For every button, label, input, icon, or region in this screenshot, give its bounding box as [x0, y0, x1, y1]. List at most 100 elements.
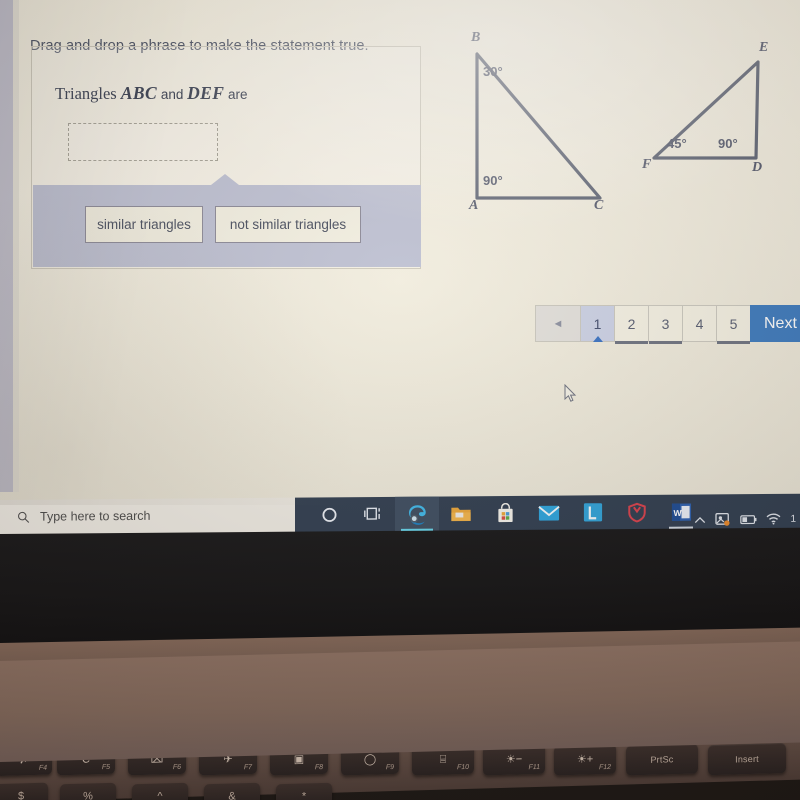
windows-taskbar: Type here to search W 1 [0, 486, 800, 540]
vertex-label-e: E [759, 40, 769, 55]
statement-triangle-abc: ABC [120, 83, 158, 103]
key-f8-glyph: ▣ [293, 753, 305, 766]
statement-mid: and [157, 87, 188, 102]
vertex-label-f: F [642, 157, 652, 172]
angle-label-f-45: 45° [667, 136, 687, 151]
statement-tail: are [224, 87, 248, 102]
envelope-icon [538, 505, 560, 521]
pagination-page-5[interactable]: 5 [716, 305, 750, 344]
vertex-label-c: C [594, 198, 604, 213]
pagination-page-3-underline [649, 341, 682, 344]
key-f6-label: F6 [172, 763, 181, 772]
key-f11-glyph: ☀− [505, 752, 523, 766]
pagination-page-5-underline [717, 341, 750, 344]
key-f4-label: F4 [38, 764, 47, 772]
exercise-content: Drag and drop a phrase to make the state… [19, 2, 800, 492]
taskbar-icons-strip: W 1 [295, 493, 800, 532]
malwarebytes-shield-icon [628, 502, 646, 522]
key-caret[interactable]: ^ [132, 782, 188, 800]
key-f10-label: F10 [456, 763, 469, 772]
pagination-page-1[interactable]: 1 [580, 305, 614, 342]
clock-label[interactable]: 1 [790, 513, 796, 524]
key-dollar[interactable]: $ [0, 782, 48, 800]
task-view-icon[interactable] [351, 497, 395, 531]
vertex-label-a: A [469, 198, 479, 213]
pagination-page-2-label: 2 [627, 315, 636, 332]
key-ampersand-label: & [228, 790, 236, 800]
statement-text: Triangles ABC and DEF are [55, 83, 248, 104]
task-view-glyph-icon [364, 507, 380, 520]
microsoft-store-icon[interactable] [483, 496, 527, 530]
word-chip-similar-triangles[interactable]: similar triangles [85, 206, 203, 243]
store-bag-icon [497, 502, 513, 522]
word-chip-not-similar-triangles[interactable]: not similar triangles [215, 206, 361, 243]
word-document-icon: W [671, 502, 691, 521]
pagination-page-2[interactable]: 2 [614, 305, 648, 344]
pagination-page-1-label: 1 [593, 315, 602, 332]
key-f8-label: F8 [314, 763, 323, 772]
key-prtsc[interactable]: PrtSc [626, 743, 698, 776]
pagination-next-label: Next [764, 314, 797, 332]
vertex-label-d: D [752, 160, 763, 175]
pagination-page-2-underline [615, 341, 648, 344]
key-dollar-label: $ [17, 790, 25, 800]
laptop-photo: Drag and drop a phrase to make the state… [0, 0, 800, 800]
cortana-icon[interactable] [307, 497, 351, 531]
chevron-up-icon[interactable] [694, 515, 706, 524]
tray-notch-icon [211, 174, 239, 185]
key-f9-glyph: ◯ [363, 752, 377, 766]
key-f10-glyph: ⌸ [439, 753, 447, 766]
pagination-page-4-label: 4 [695, 315, 704, 332]
key-insert[interactable]: Insert [708, 743, 786, 776]
triangles-diagram-svg [475, 52, 760, 200]
pagination-active-marker-icon [592, 336, 603, 342]
microsoft-edge-icon[interactable] [395, 496, 439, 531]
folder-icon [451, 507, 471, 521]
pagination-page-5-label: 5 [729, 315, 738, 332]
word-bank-tray: similar triangles not similar triangles [33, 174, 421, 267]
key-f5-label: F5 [101, 763, 110, 772]
key-f7-label: F7 [243, 763, 252, 772]
key-ampersand[interactable]: & [204, 782, 260, 800]
svg-text:W: W [673, 507, 682, 517]
lastpass-l-icon [583, 503, 603, 522]
pagination-page-3-label: 3 [661, 315, 670, 332]
angle-label-d-90: 90° [718, 136, 738, 151]
pagination-next-button[interactable]: Next ► [750, 305, 800, 342]
pagination: ◄ 1 2 3 4 5 Next [535, 305, 800, 344]
answer-dropzone[interactable] [68, 123, 218, 161]
onedrive-icon[interactable] [715, 512, 731, 526]
triangle-figures: B A C 30° 90° E F D 45° 90° [439, 10, 799, 225]
exercise-card: Triangles ABC and DEF are similar triang… [31, 46, 421, 269]
key-percent-label: % [83, 790, 93, 800]
pagination-page-4[interactable]: 4 [682, 305, 716, 342]
key-asterisk[interactable]: * [276, 782, 332, 800]
key-f11-label: F11 [528, 763, 540, 772]
malwarebytes-icon[interactable] [615, 495, 659, 529]
lastpass-icon[interactable] [571, 495, 615, 529]
key-f12-glyph: ☀+ [576, 752, 594, 766]
key-f9-label: F9 [385, 763, 394, 772]
vertex-label-b: B [471, 30, 481, 45]
wifi-icon[interactable] [766, 513, 781, 525]
laptop-screen: Drag and drop a phrase to make the state… [0, 0, 800, 505]
mouse-cursor-icon [564, 384, 577, 402]
key-prtsc-label: PrtSc [650, 754, 674, 765]
search-icon [18, 511, 30, 523]
cortana-circle-icon [321, 507, 337, 522]
key-percent[interactable]: % [60, 782, 116, 800]
key-f12[interactable]: ☀+ F12 [554, 743, 616, 776]
taskbar-search-box[interactable]: Type here to search [0, 497, 295, 534]
file-explorer-icon[interactable] [439, 496, 483, 530]
page-left-gutter [0, 0, 13, 492]
mail-icon[interactable] [527, 496, 571, 530]
system-tray: 1 [694, 502, 800, 537]
angle-label-b-30: 30° [483, 64, 503, 79]
statement-lead: Triangles [55, 84, 121, 103]
key-asterisk-label: * [301, 790, 307, 800]
pagination-prev-button[interactable]: ◄ [535, 305, 580, 342]
pagination-page-3[interactable]: 3 [648, 305, 682, 344]
statement-triangle-def: DEF [187, 83, 225, 103]
taskbar-search-placeholder: Type here to search [40, 508, 151, 524]
battery-icon[interactable] [740, 514, 757, 525]
